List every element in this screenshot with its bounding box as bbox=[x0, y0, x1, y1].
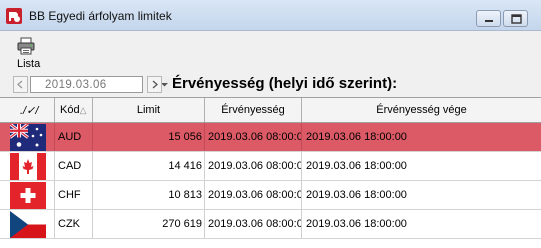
lista-button[interactable]: Lista bbox=[9, 35, 43, 70]
valid-to-cell: 2019.03.06 18:00:00 bbox=[306, 160, 407, 172]
maximize-button[interactable] bbox=[503, 10, 528, 27]
title-bar: BB Egyedi árfolyam limitek bbox=[0, 0, 541, 31]
valid-from-cell: 2019.03.06 08:00:00 bbox=[205, 123, 302, 151]
date-value[interactable]: 2019.03.06 bbox=[45, 79, 107, 91]
code-cell: CHF bbox=[55, 181, 93, 209]
validity-heading: Érvényesség (helyi idő szerint): bbox=[172, 75, 398, 92]
ch-flag-icon bbox=[10, 182, 46, 209]
table-row[interactable]: CHF 10 813 2019.03.06 08:00:00 2019.03.0… bbox=[0, 181, 541, 210]
code-cell: CAD bbox=[55, 152, 93, 180]
minimize-icon bbox=[485, 20, 493, 22]
flag-cell bbox=[0, 181, 55, 209]
valid-to-cell: 2019.03.06 18:00:00 bbox=[306, 218, 407, 230]
maximize-icon bbox=[511, 14, 522, 24]
header-valid-to[interactable]: Érvényesség vége bbox=[302, 98, 541, 122]
header-limit[interactable]: Limit bbox=[93, 98, 205, 122]
chevron-right-icon bbox=[152, 80, 158, 89]
valid-from-cell: 2019.03.06 08:00:00 bbox=[205, 181, 302, 209]
valid-from-cell: 2019.03.06 08:00:00 bbox=[205, 210, 302, 238]
date-picker[interactable]: 2019.03.06 bbox=[30, 76, 173, 93]
limits-table: ./✓/ Kód△ Limit Érvényesség kezdete Érvé… bbox=[0, 97, 541, 248]
limit-cell: 10 813 bbox=[93, 181, 205, 209]
limit-cell: 15 056 bbox=[93, 123, 205, 151]
header-code-label: Kód bbox=[60, 104, 80, 116]
code-cell: AUD bbox=[55, 123, 93, 151]
check-filter-icon: ./✓/ bbox=[20, 105, 39, 117]
printer-icon bbox=[17, 37, 35, 55]
chevron-left-icon bbox=[17, 80, 23, 89]
header-code[interactable]: Kód△ bbox=[55, 98, 93, 122]
svg-text:./✓/: ./✓/ bbox=[20, 105, 39, 117]
table-row[interactable]: AUD 15 056 2019.03.06 08:00:00 2019.03.0… bbox=[0, 123, 541, 152]
table-row[interactable]: CZK 270 619 2019.03.06 08:00:00 2019.03.… bbox=[0, 210, 541, 239]
window-title: BB Egyedi árfolyam limitek bbox=[29, 9, 172, 23]
sort-asc-icon: △ bbox=[79, 105, 87, 115]
table-header: ./✓/ Kód△ Limit Érvényesség kezdete Érvé… bbox=[0, 97, 541, 140]
ca-flag-icon bbox=[10, 153, 46, 180]
app-icon bbox=[6, 8, 22, 24]
flag-cell bbox=[0, 123, 55, 151]
lista-label: Lista bbox=[17, 58, 41, 70]
date-bar: 2019.03.06 Érvényesség (helyi idő szerin… bbox=[0, 71, 541, 97]
au-flag-icon bbox=[10, 124, 46, 151]
header-valid-from[interactable]: Érvényesség kezdete bbox=[205, 98, 302, 140]
header-valid-to-label: Érvényesség vége bbox=[376, 104, 467, 116]
valid-from-cell: 2019.03.06 08:00:00 bbox=[205, 152, 302, 180]
minimize-button[interactable] bbox=[476, 10, 501, 27]
table-row[interactable]: CAD 14 416 2019.03.06 08:00:00 2019.03.0… bbox=[0, 152, 541, 181]
next-date-button[interactable] bbox=[147, 76, 162, 93]
toolbar: Lista bbox=[0, 31, 541, 71]
valid-to-cell: 2019.03.06 18:00:00 bbox=[306, 131, 407, 143]
limit-cell: 270 619 bbox=[93, 210, 205, 238]
flag-cell bbox=[0, 210, 55, 238]
header-flag[interactable]: ./✓/ bbox=[0, 98, 55, 122]
prev-date-button[interactable] bbox=[13, 76, 28, 93]
code-cell: CZK bbox=[55, 210, 93, 238]
cz-flag-icon bbox=[10, 211, 46, 238]
header-limit-label: Limit bbox=[136, 104, 161, 116]
limit-cell: 14 416 bbox=[93, 152, 205, 180]
flag-cell bbox=[0, 152, 55, 180]
valid-to-cell: 2019.03.06 18:00:00 bbox=[306, 189, 407, 201]
